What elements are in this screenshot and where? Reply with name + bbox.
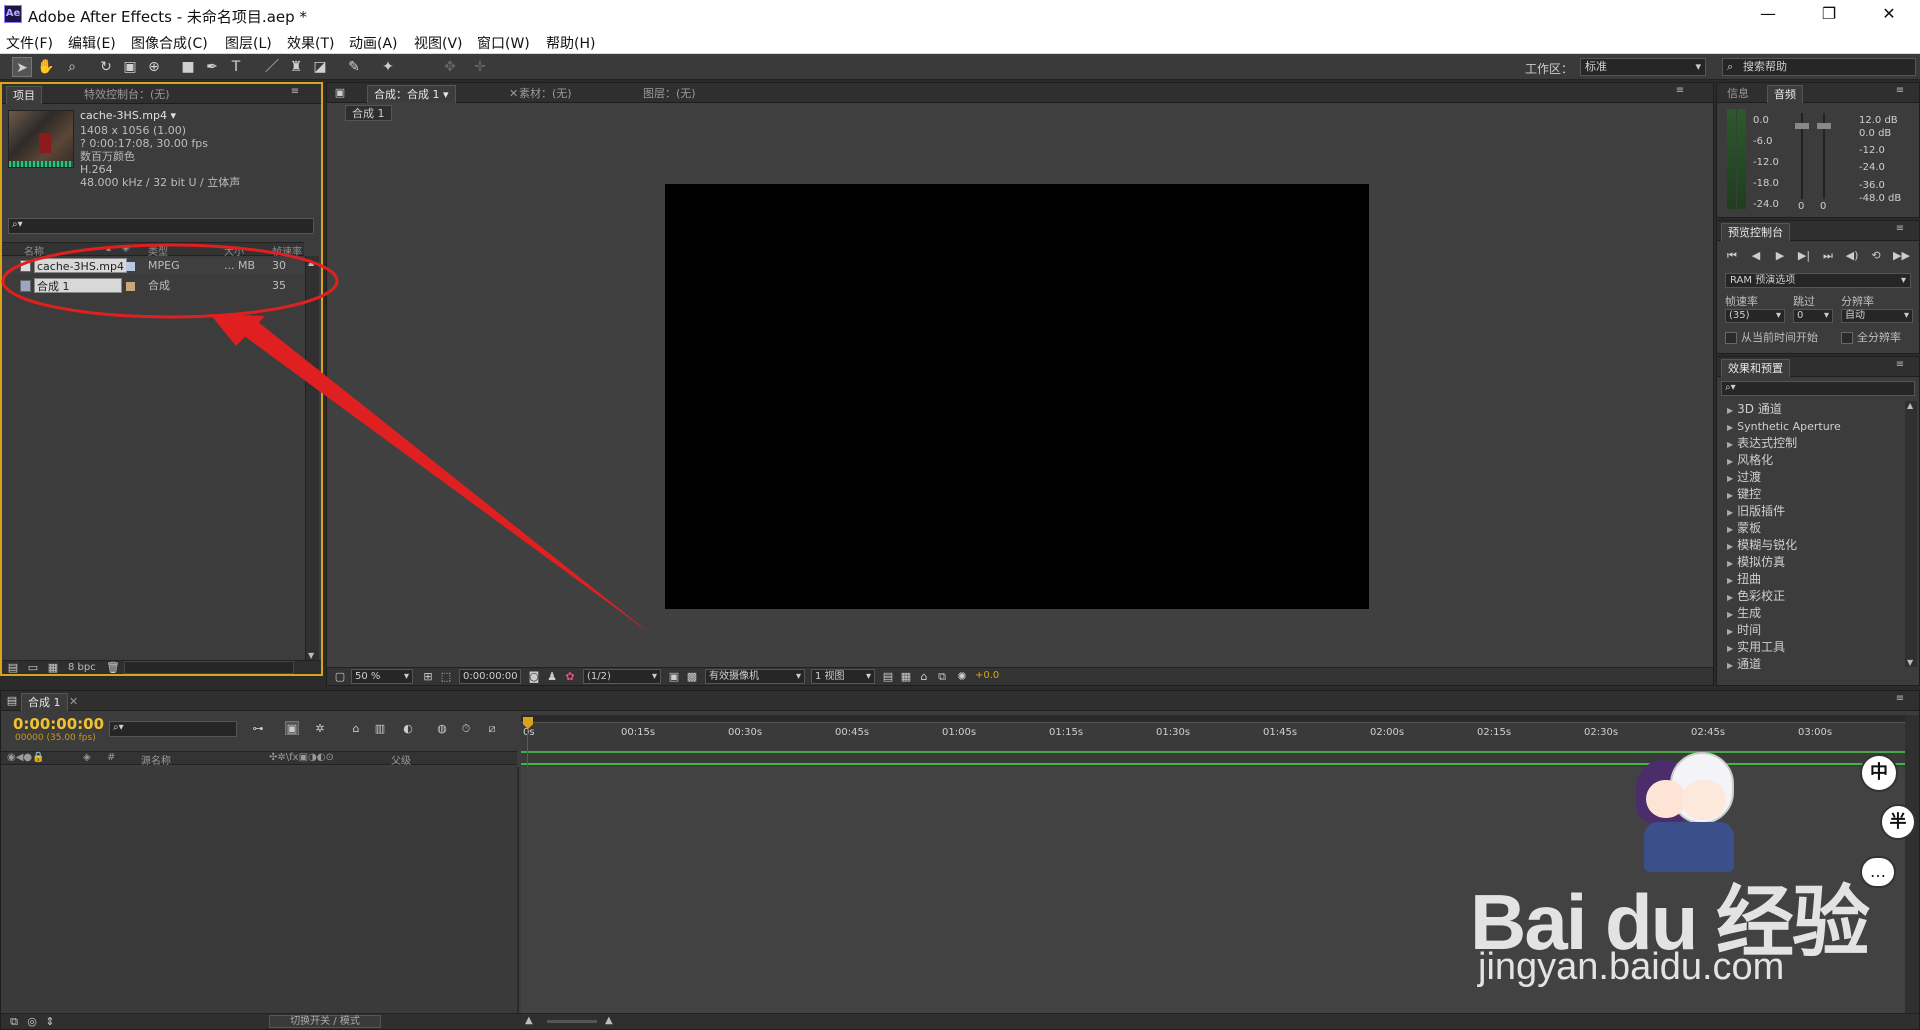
annotation-arrow-shaft <box>236 314 651 634</box>
watermark-badge-ban: 半 <box>1880 804 1916 840</box>
watermark-badge-zhong: 中 <box>1860 754 1898 792</box>
annotation-ellipse <box>1 243 339 319</box>
mascot-face-left <box>1646 780 1686 818</box>
mascot-illustration <box>1630 740 1740 880</box>
baidu-url-text: jingyan.baidu.com <box>1478 946 1785 988</box>
mascot-face-right <box>1682 780 1726 820</box>
